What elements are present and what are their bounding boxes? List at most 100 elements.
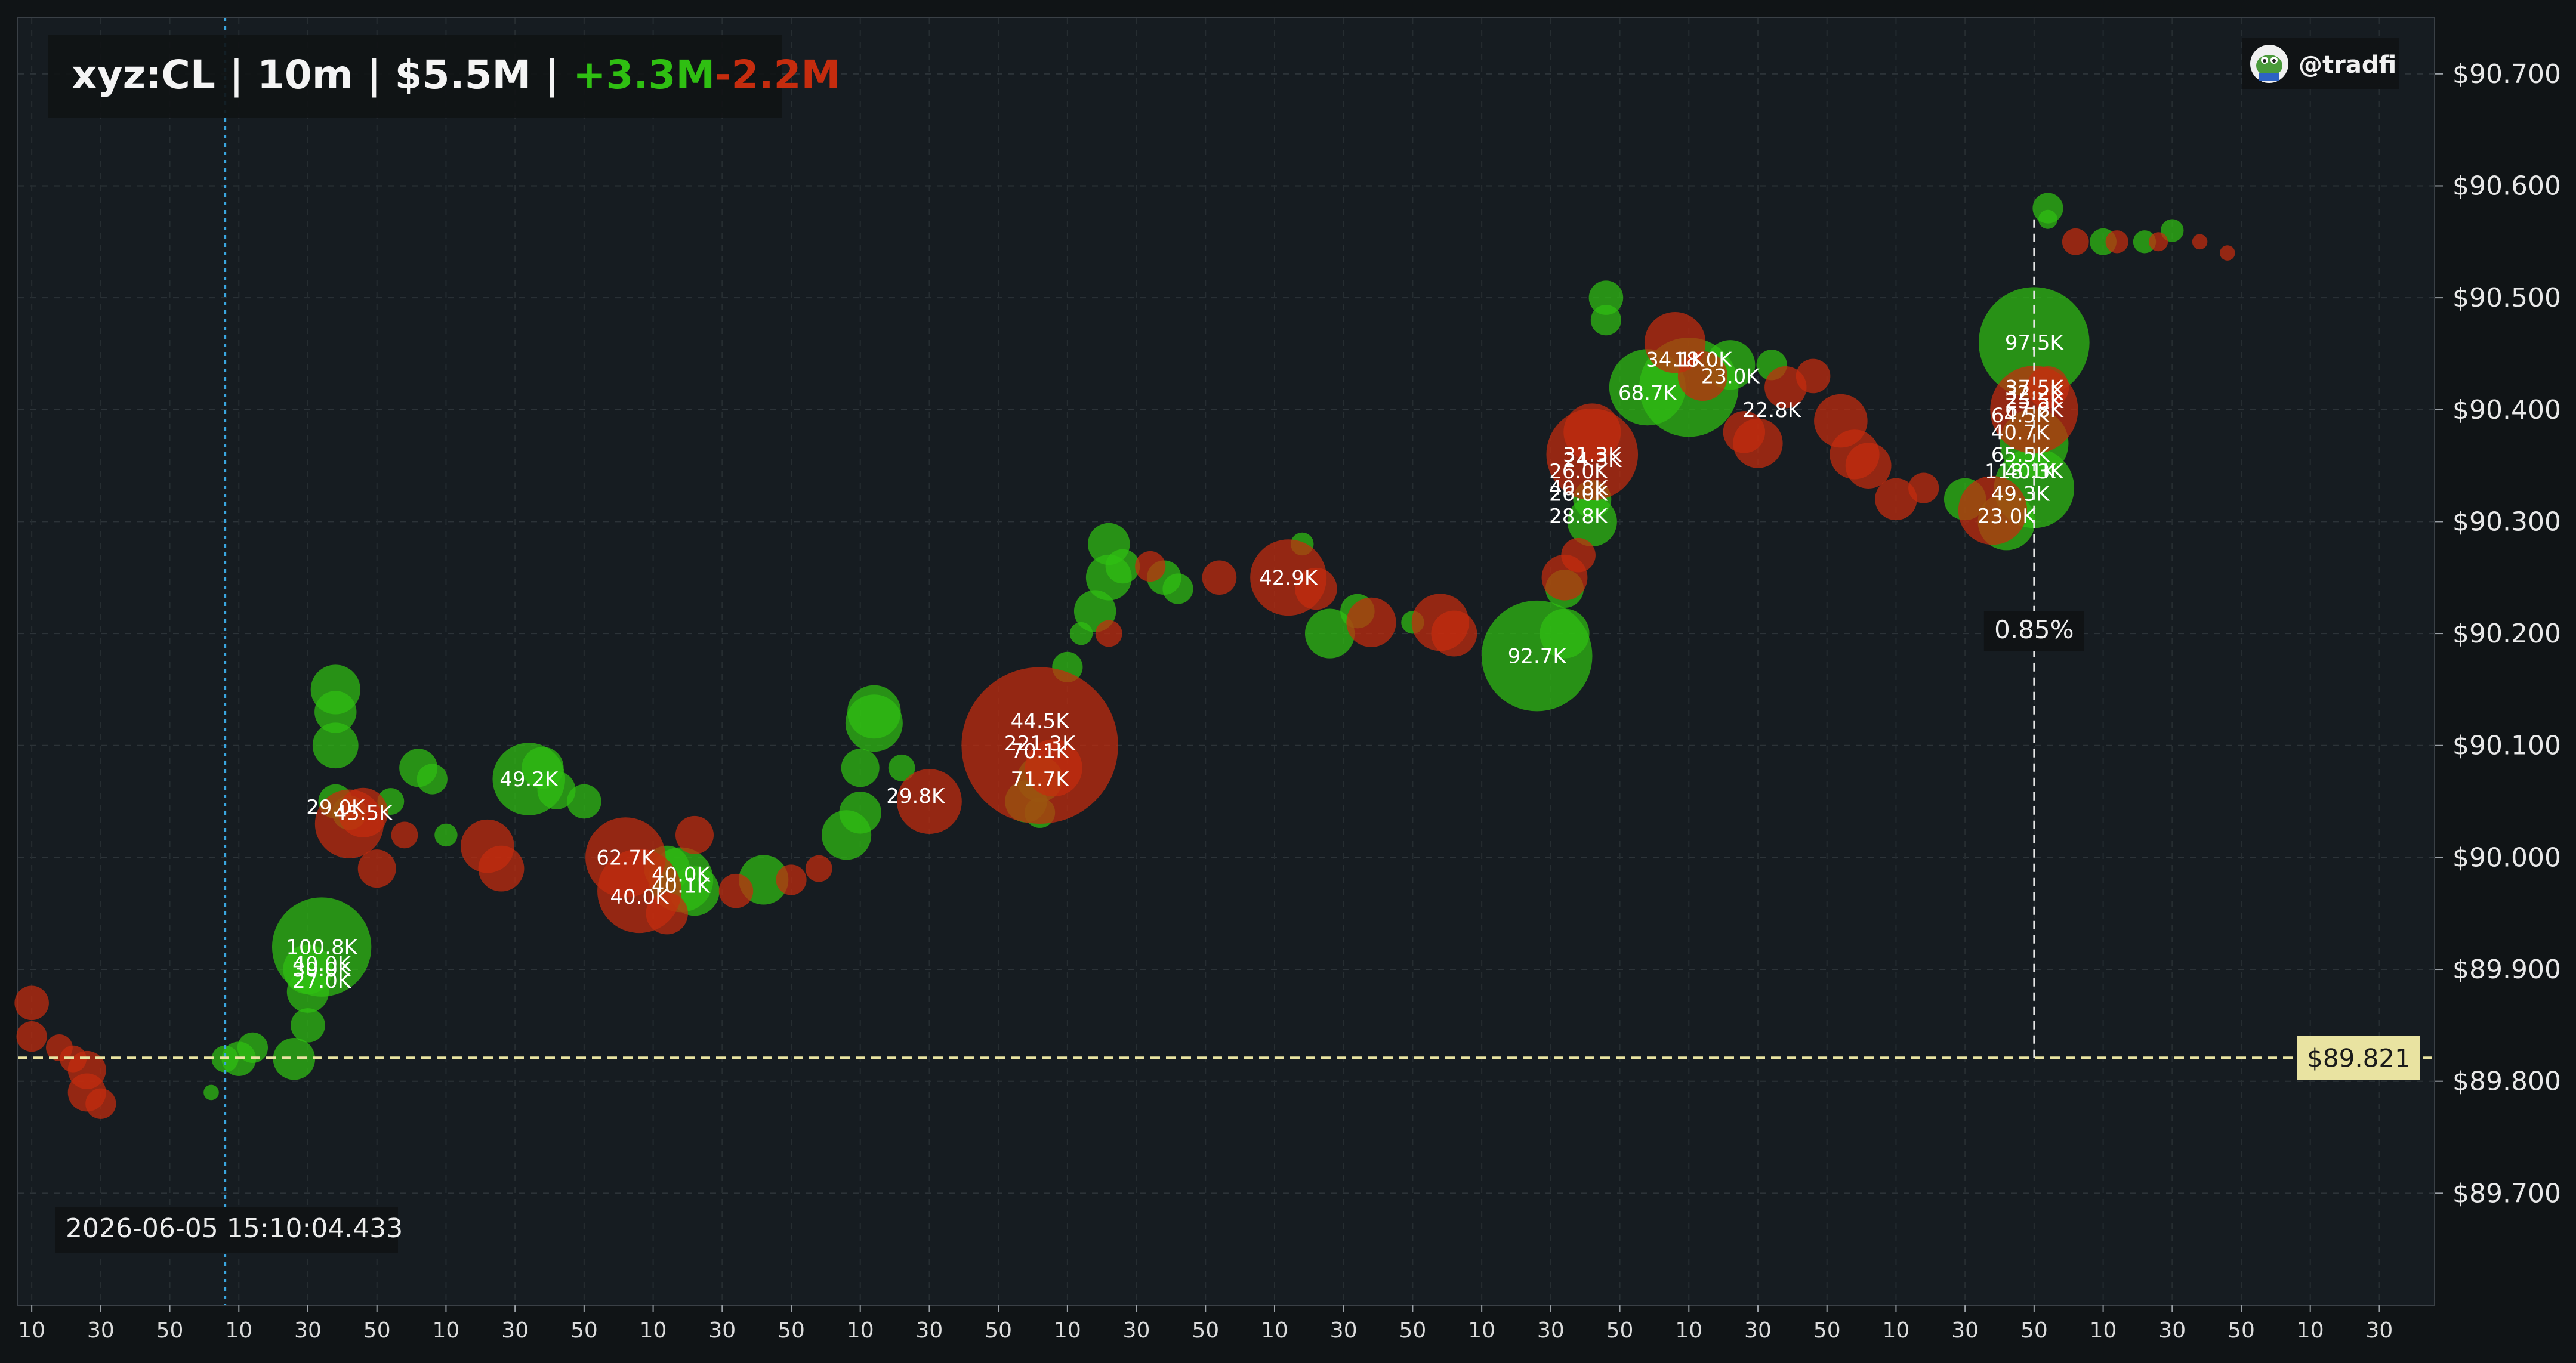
y-tick-label: $89.900 (2452, 954, 2561, 985)
trade-bubble-buy (1105, 549, 1140, 584)
trade-bubble-sell (1346, 597, 1396, 647)
bubble-label: 23.0K (1701, 364, 1761, 388)
x-tick-label: 50 (156, 1318, 184, 1343)
trade-bubble-sell (1908, 472, 1939, 503)
x-tick-label: 10 (1883, 1318, 1910, 1343)
trade-bubble-buy (273, 1037, 316, 1080)
bubble-label: 29.8K (886, 784, 946, 808)
trade-bubble-sell (85, 1088, 116, 1119)
x-tick-label: 10 (225, 1318, 252, 1343)
x-tick-label: 50 (985, 1318, 1012, 1343)
bubble-label: 45.5K (334, 801, 394, 825)
x-tick-label: 30 (2366, 1318, 2393, 1343)
x-tick-label: 30 (87, 1318, 115, 1343)
bubble-label: 92.7K (1508, 645, 1568, 669)
header-separator: | (215, 52, 257, 98)
bubble-label: 42.9K (1259, 566, 1319, 590)
trade-bubble-sell (1095, 620, 1122, 647)
trade-bubble-buy (417, 764, 448, 795)
header-sell-volume: -2.2M (715, 52, 840, 98)
y-tick-label: $89.700 (2452, 1178, 2561, 1209)
x-tick-label: 30 (1951, 1318, 1979, 1343)
bubble-label: 49.3K (1991, 483, 2051, 506)
x-tick-label: 10 (2297, 1318, 2324, 1343)
trade-bubble-sell (2149, 232, 2168, 252)
header-separator: | (353, 52, 395, 98)
plot-area (17, 17, 2435, 1306)
change-badge-text: 0.85% (1994, 615, 2074, 644)
trade-bubble-buy (1588, 280, 1624, 315)
trade-bubble-sell (478, 845, 525, 892)
trade-bubble-buy (434, 823, 458, 847)
x-tick-label: 50 (1399, 1318, 1427, 1343)
trade-bubble-sell (1135, 551, 1166, 582)
x-tick-label: 30 (501, 1318, 529, 1343)
bubble-label: 49.2K (499, 768, 559, 792)
bubble-label: 28.8K (1549, 505, 1609, 528)
y-tick-label: $90.100 (2452, 731, 2561, 761)
x-tick-label: 10 (1261, 1318, 1288, 1343)
bubble-label: 44.5K (1011, 709, 1070, 733)
price-tag-text: $89.821 (2307, 1043, 2411, 1073)
bubble-label: 22.8K (1742, 398, 1802, 422)
trade-bubble-buy (291, 1008, 325, 1043)
y-tick-label: $90.300 (2452, 506, 2561, 537)
svg-text:xyz:CL | 10m | $5.5M | +3.3M-2: xyz:CL | 10m | $5.5M | +3.3M-2.2M (72, 52, 840, 98)
trade-bubble-buy (1162, 573, 1193, 604)
cursor-timestamp: 2026-06-05 15:10:04.433 (55, 1207, 403, 1253)
x-tick-label: 30 (1123, 1318, 1150, 1343)
trade-bubble-sell (1202, 560, 1237, 595)
trade-bubble-sell (675, 815, 714, 854)
x-tick-label: 10 (640, 1318, 667, 1343)
trade-bubble-sell (14, 985, 49, 1021)
bubble-label: 68.7K (1618, 382, 1678, 406)
x-tick-label: 50 (1813, 1318, 1841, 1343)
trade-bubble-buy (2038, 209, 2057, 229)
trade-bubble-buy (847, 685, 901, 739)
y-tick-label: $89.800 (2452, 1067, 2561, 1097)
header-box: xyz:CL | 10m | $5.5M | +3.3M-2.2M (48, 35, 840, 118)
x-tick-label: 50 (2020, 1318, 2048, 1343)
bubble-label: 70.1K (1011, 740, 1070, 764)
x-tick-label: 10 (18, 1318, 45, 1343)
y-tick-label: $90.000 (2452, 842, 2561, 873)
trade-bubble-sell (2105, 230, 2128, 254)
x-tick-label: 10 (2090, 1318, 2117, 1343)
trade-bubble-sell (1733, 418, 1783, 468)
watermark: @tradfi (2242, 38, 2399, 89)
trade-bubble-buy (567, 784, 601, 819)
y-tick-label: $90.500 (2452, 283, 2561, 313)
trade-bubble-buy (310, 664, 360, 715)
trade-bubble-sell (1796, 358, 1831, 394)
trade-bubble-sell (16, 1021, 47, 1052)
x-tick-label: 50 (1606, 1318, 1634, 1343)
trade-bubble-sell (1431, 610, 1477, 657)
trade-bubble-sell (391, 821, 418, 849)
frog-avatar-icon (2250, 45, 2288, 83)
header-buy-volume: +3.3M (573, 52, 715, 98)
trade-bubble-chart[interactable]: 100.8K 40.0K 30.0K 27.0K 29.0K 45.5K 49.2K 62.7… (0, 0, 2576, 1361)
x-tick-label: 30 (1537, 1318, 1565, 1343)
x-tick-label: 30 (1330, 1318, 1358, 1343)
x-tick-label: 50 (363, 1318, 391, 1343)
x-tick-label: 10 (1054, 1318, 1081, 1343)
trade-bubble-sell (357, 849, 396, 888)
watermark-handle: @tradfi (2299, 51, 2396, 79)
bubble-label: 40.7K (1991, 421, 2051, 444)
x-tick-label: 10 (1675, 1318, 1702, 1343)
bubble-label: 23.0K (1977, 505, 2037, 528)
x-tick-label: 30 (916, 1318, 943, 1343)
x-tick-label: 30 (2158, 1318, 2186, 1343)
y-tick-label: $90.700 (2452, 59, 2561, 89)
y-tick-label: $90.600 (2452, 171, 2561, 201)
y-tick-label: $90.400 (2452, 395, 2561, 425)
bubble-label: 27.0K (292, 969, 352, 993)
price-tag: $89.821 (2297, 1036, 2420, 1080)
x-tick-label: 10 (1468, 1318, 1495, 1343)
header-total: $5.5M (395, 52, 532, 98)
x-tick-label: 50 (778, 1318, 805, 1343)
bubble-label: 62.7K (596, 846, 656, 870)
trade-bubble-buy (839, 792, 881, 834)
bubble-label: 26.0K (1549, 483, 1609, 506)
bubble-label: 71.7K (1011, 768, 1070, 792)
